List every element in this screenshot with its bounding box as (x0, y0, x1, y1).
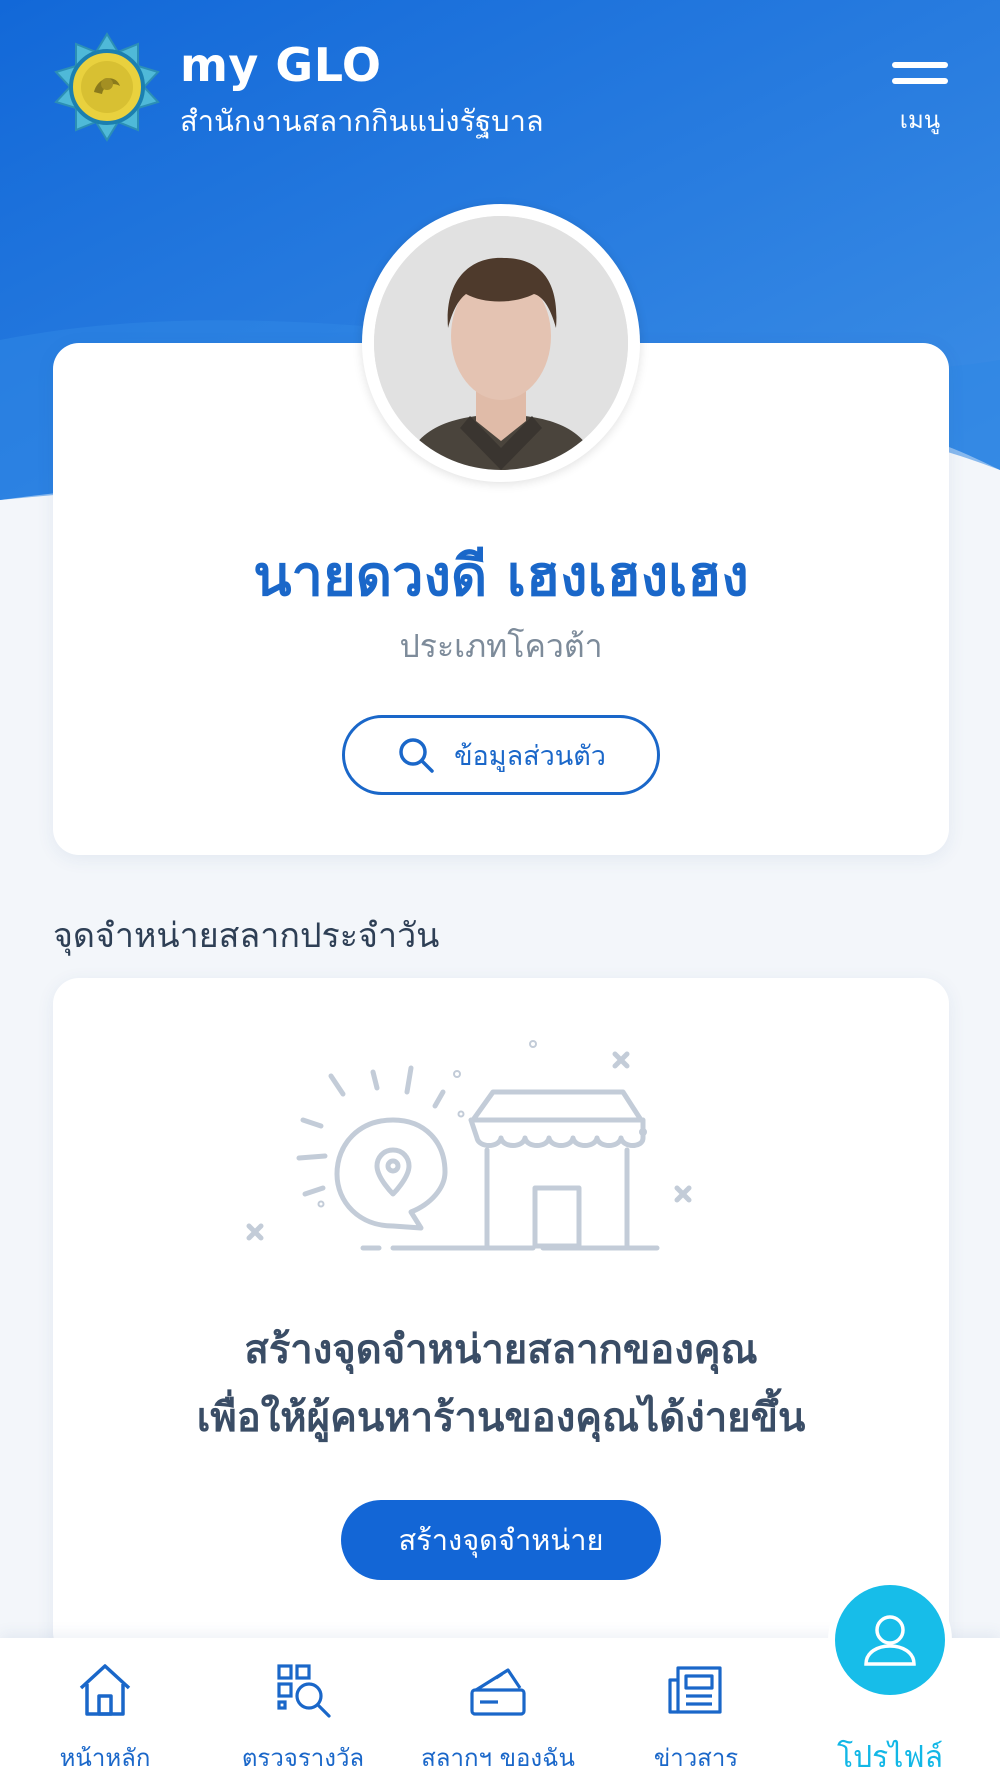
search-icon (399, 738, 434, 773)
nav-item-home[interactable]: หน้าหลัก (5, 1638, 205, 1778)
nav-label-profile: โปรไฟล์ (837, 1740, 943, 1775)
ticket-icon (470, 1668, 526, 1716)
nav-label-check-prize: ตรวจรางวัล (241, 1744, 365, 1772)
bottom-navigation: หน้าหลัก ตรวจรางวัล สลากฯ ของฉัน ข่าวสาร… (0, 1578, 1000, 1778)
menu-label: เมนู (899, 106, 941, 134)
store-card: สร้างจุดจำหน่ายสลากของคุณ เพื่อให้ผู้คนห… (53, 978, 949, 1658)
store-headline: สร้างจุดจำหน่ายสลากของคุณ เพื่อให้ผู้คนห… (53, 1316, 949, 1452)
store-location-illustration (243, 1038, 763, 1268)
app-header: my GLO สำนักงานสลากกินแบ่งรัฐบาล เมนู (0, 0, 1000, 150)
profile-fab-button[interactable] (835, 1585, 945, 1695)
nav-item-check-prize[interactable]: ตรวจรางวัล (203, 1638, 403, 1778)
create-store-label: สร้างจุดจำหน่าย (398, 1523, 604, 1557)
user-avatar-icon (374, 216, 628, 470)
nav-item-news[interactable]: ข่าวสาร (596, 1638, 796, 1778)
app-subtitle: สำนักงานสลากกินแบ่งรัฐบาล (180, 104, 544, 138)
profile-name: นายดวงดี เฮงเฮงเฮง (253, 544, 749, 609)
profile-type: ประเภทโควต้า (399, 627, 603, 665)
store-headline-line-1: สร้างจุดจำหน่ายสลากของคุณ (244, 1327, 758, 1373)
hamburger-icon-bar (892, 78, 948, 84)
nav-label-news: ข่าวสาร (653, 1744, 739, 1772)
personal-info-button[interactable]: ข้อมูลส่วนตัว (342, 715, 660, 795)
nav-item-my-tickets[interactable]: สลากฯ ของฉัน (398, 1638, 598, 1778)
glo-emblem-icon (52, 32, 162, 142)
personal-info-label: ข้อมูลส่วนตัว (454, 740, 606, 772)
hamburger-icon (892, 62, 948, 68)
home-icon (79, 1664, 131, 1716)
create-store-button[interactable]: สร้างจุดจำหน่าย (341, 1500, 661, 1580)
avatar[interactable] (362, 204, 640, 482)
newspaper-icon (668, 1666, 722, 1714)
profile-icon (864, 1615, 916, 1666)
app-title: my GLO (180, 38, 382, 92)
profile-fab[interactable] (828, 1578, 952, 1702)
qr-search-icon (277, 1664, 331, 1718)
store-headline-line-2: เพื่อให้ผู้คนหาร้านของคุณได้ง่ายขึ้น (196, 1395, 806, 1441)
menu-button[interactable]: เมนู (880, 58, 960, 138)
nav-label-my-tickets: สลากฯ ของฉัน (421, 1744, 575, 1772)
section-title: จุดจำหน่ายสลากประจำวัน (53, 916, 440, 956)
nav-label-home: หน้าหลัก (59, 1744, 151, 1772)
